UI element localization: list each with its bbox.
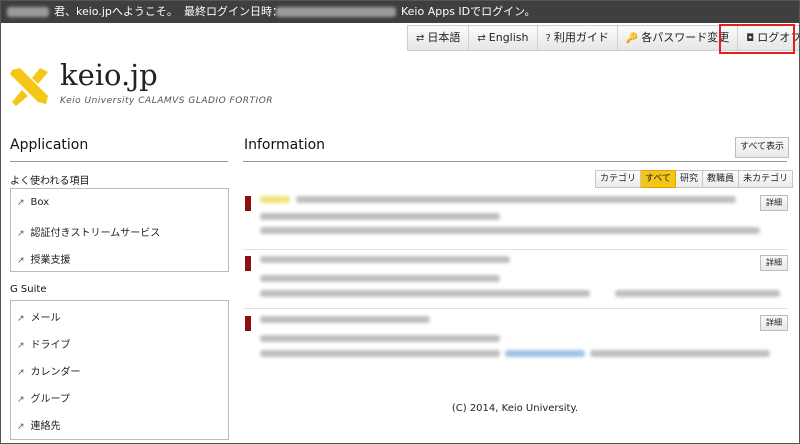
last-login-label: 最終ログイン日時： (184, 5, 283, 18)
news-detail-button[interactable]: 詳細 (760, 255, 788, 271)
site-logo-title: keio.jp (60, 58, 158, 92)
external-link-icon: ↗ (17, 256, 25, 266)
gsuite-list: ↗ メール ↗ ドライブ ↗ カレンダー ↗ グループ ↗ 連絡先 (10, 300, 229, 440)
list-item-label: Box (30, 197, 50, 208)
logoff-highlight-box (719, 24, 795, 54)
news-title-redacted[interactable] (260, 256, 510, 263)
greeting-text: 君、keio.jpへようこそ。 (54, 5, 178, 18)
news-body-redacted-2 (590, 350, 770, 357)
news-body-redacted (260, 227, 760, 234)
news-meta-redacted (260, 213, 500, 220)
favorites-list: ↗ Box ↗ 認証付きストリームサービス ↗ 授業支援 (10, 188, 229, 272)
news-marker (245, 196, 251, 211)
app-link-stream-service[interactable]: ↗ 認証付きストリームサービス (17, 224, 160, 239)
news-body-redacted-2 (615, 290, 780, 297)
gsuite-link-groups[interactable]: ↗ グループ (17, 390, 70, 405)
language-english-button[interactable]: ⇄ English (469, 25, 538, 51)
user-guide-button[interactable]: ? 利用ガイド (537, 25, 618, 51)
login-method-text: Keio Apps IDでログイン。 (401, 5, 536, 18)
nav-label: 各パスワード変更 (641, 31, 730, 44)
external-link-icon: ↗ (17, 229, 25, 239)
gsuite-link-calendar[interactable]: ↗ カレンダー (17, 363, 81, 378)
news-detail-button[interactable]: 詳細 (760, 315, 788, 331)
filter-research[interactable]: 研究 (676, 170, 704, 188)
favorites-label: よく使われる項目 (10, 176, 90, 187)
external-link-icon: ↗ (17, 314, 25, 324)
external-link-icon: ↗ (17, 422, 25, 432)
news-meta-redacted (260, 275, 500, 282)
information-heading: Information (244, 137, 326, 153)
external-link-icon: ↗ (17, 198, 25, 208)
swap-icon: ⇄ (416, 33, 425, 44)
news-separator (243, 308, 787, 309)
help-icon: ? (545, 33, 551, 44)
category-filter-tabs: カテゴリ すべて 研究 教職員 未カテゴリ (595, 170, 794, 188)
gsuite-link-contacts[interactable]: ↗ 連絡先 (17, 417, 61, 432)
gsuite-link-drive[interactable]: ↗ ドライブ (17, 336, 71, 351)
list-item-label: 連絡先 (30, 421, 61, 432)
list-item-label: カレンダー (30, 367, 81, 378)
list-item-label: グループ (30, 394, 70, 405)
site-logo-subtitle: Keio University CALAMVS GLADIO FORTIOR (60, 96, 274, 106)
key-icon: 🔑 (625, 33, 639, 44)
nav-label: English (488, 31, 529, 44)
list-item-label: 授業支援 (30, 255, 71, 266)
news-marker (245, 316, 251, 331)
news-body-redacted (260, 290, 590, 297)
news-body-redacted (260, 350, 500, 357)
app-link-class-support[interactable]: ↗ 授業支援 (17, 251, 71, 266)
last-login-redacted (276, 7, 396, 17)
filter-category-label[interactable]: カテゴリ (595, 170, 642, 188)
external-link-icon: ↗ (17, 341, 25, 351)
news-separator (243, 249, 787, 250)
copyright-footer: (C) 2014, Keio University. (451, 403, 579, 414)
news-meta-redacted (260, 335, 500, 342)
show-all-button[interactable]: すべて表示 (735, 137, 789, 158)
information-divider (243, 161, 787, 162)
list-item-label: メール (30, 313, 61, 324)
list-item-label: ドライブ (30, 340, 71, 351)
external-link-icon: ↗ (17, 395, 25, 405)
top-status-bar: 君、keio.jpへようこそ。 最終ログイン日時： Keio Apps IDでロ… (1, 1, 799, 23)
news-marker (245, 256, 251, 271)
news-link-redacted[interactable] (505, 350, 585, 357)
swap-icon: ⇄ (477, 33, 486, 44)
application-divider (10, 161, 228, 162)
list-item-label: 認証付きストリームサービス (30, 228, 161, 239)
news-title-redacted[interactable] (260, 316, 430, 323)
nav-label: 利用ガイド (553, 31, 609, 44)
nav-label: 日本語 (427, 31, 461, 44)
filter-staff[interactable]: 教職員 (703, 170, 740, 188)
gsuite-link-mail[interactable]: ↗ メール (17, 309, 61, 324)
app-link-box[interactable]: ↗ Box (17, 197, 49, 208)
gsuite-label: G Suite (10, 284, 47, 295)
language-japanese-button[interactable]: ⇄ 日本語 (407, 25, 470, 51)
filter-all[interactable]: すべて (641, 170, 677, 188)
username-redacted (7, 7, 49, 17)
news-badge-redacted (260, 196, 290, 203)
external-link-icon: ↗ (17, 368, 25, 378)
application-heading: Application (10, 137, 89, 153)
keio-pen-logo-icon (10, 68, 48, 106)
news-title-redacted[interactable] (296, 196, 736, 203)
filter-uncategorized[interactable]: 未カテゴリ (739, 170, 794, 188)
news-detail-button[interactable]: 詳細 (760, 195, 788, 211)
